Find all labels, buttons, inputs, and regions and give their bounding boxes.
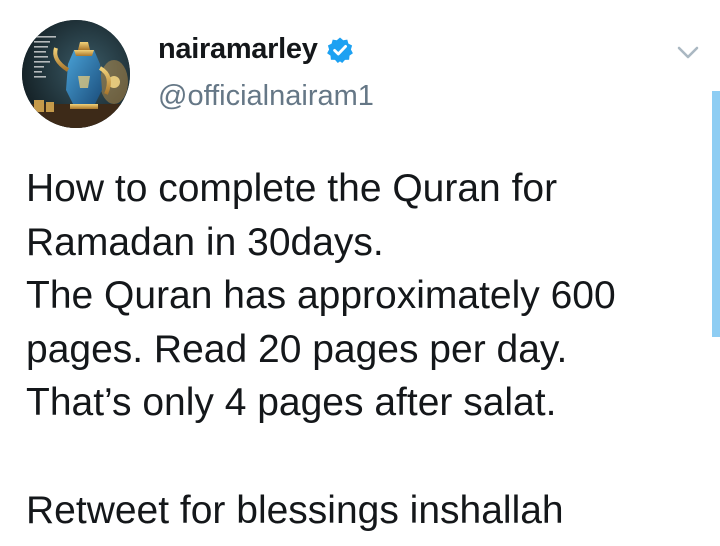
tweet-line: Retweet for blessings inshallah xyxy=(26,488,564,532)
avatar-image xyxy=(22,20,130,128)
tweet-line: Ramadan in 30days. xyxy=(26,220,384,264)
tweet-line: How to complete the Quran for xyxy=(26,167,558,210)
tweet-line: The Quran has approximately 600 xyxy=(26,274,616,318)
scrollbar[interactable] xyxy=(712,91,720,337)
user-line: nairamarley xyxy=(158,33,354,66)
display-name[interactable]: nairamarley xyxy=(158,33,318,66)
avatar[interactable] xyxy=(22,20,130,128)
user-handle[interactable]: @officialnairam1 xyxy=(158,80,374,113)
tweet-line: That’s only 4 pages after salat. xyxy=(26,381,557,425)
tweet-line: pages. Read 20 pages per day. xyxy=(26,327,568,371)
verified-badge-icon xyxy=(326,36,354,64)
tweet-text: How to complete the Quran for Ramadan in… xyxy=(26,162,706,537)
tweet-card: nairamarley @officialnairam1 How to comp… xyxy=(0,0,720,546)
chevron-down-icon[interactable] xyxy=(674,38,702,66)
